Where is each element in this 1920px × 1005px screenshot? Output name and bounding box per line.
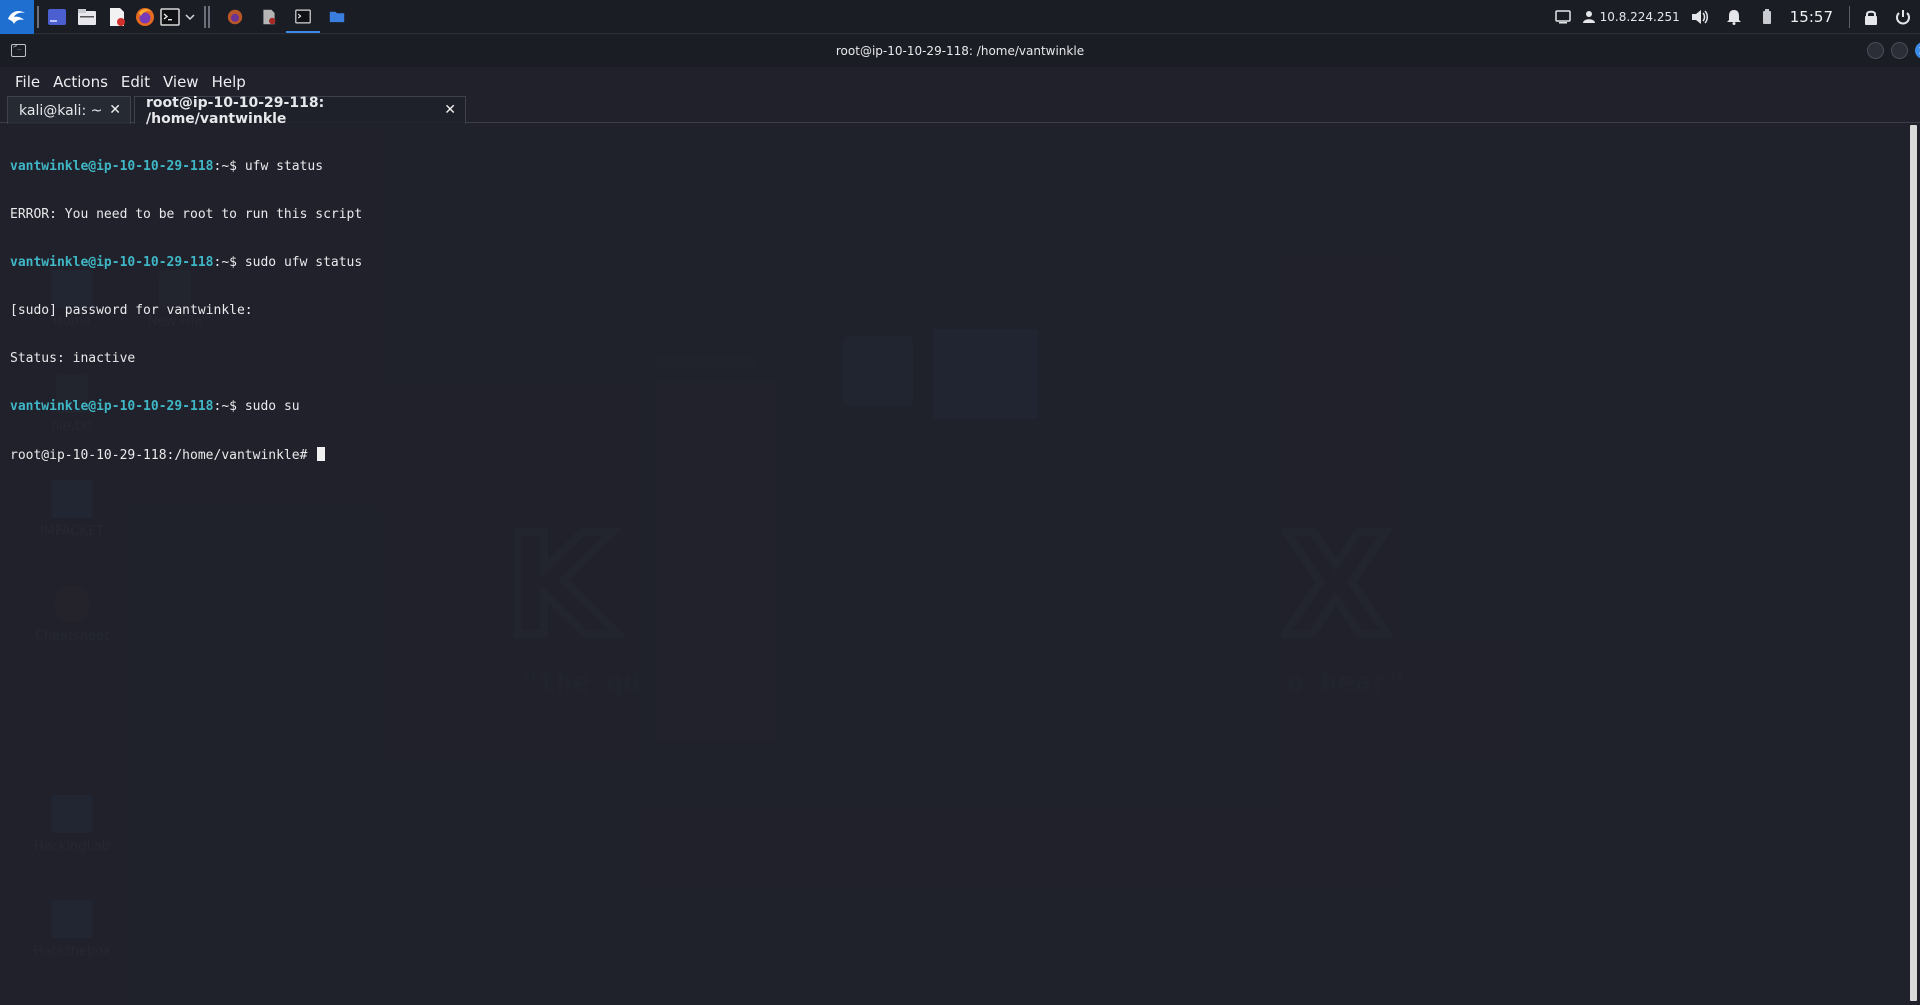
terminal-window-icon xyxy=(11,42,26,57)
file-manager-icon xyxy=(78,8,96,25)
output-text: Status: inactive xyxy=(10,351,136,366)
text-editor-icon xyxy=(110,7,125,26)
panel-separator xyxy=(37,5,39,28)
lock-icon xyxy=(1865,10,1877,25)
terminal-line: root@ip-10-10-29-118:/home/vantwinkle# xyxy=(10,447,362,463)
terminal-line: vantwinkle@ip-10-10-29-118:~$ sudo su xyxy=(10,399,362,415)
maximize-button[interactable] xyxy=(1891,42,1908,59)
kali-menu-button[interactable] xyxy=(0,0,34,34)
battery-button[interactable] xyxy=(1752,0,1782,34)
text-cursor xyxy=(317,447,326,461)
panel-separator xyxy=(208,5,210,28)
menu-actions[interactable]: Actions xyxy=(48,73,116,91)
volume-icon xyxy=(1691,10,1708,24)
folder-task-icon xyxy=(329,11,345,23)
command-text: sudo ufw status xyxy=(244,255,363,270)
terminal-line: ERROR: You need to be root to run this s… xyxy=(10,207,362,223)
terminal-line: vantwinkle@ip-10-10-29-118:~$ ufw status xyxy=(10,159,362,175)
panel-separator xyxy=(204,5,206,28)
window-title: root@ip-10-10-29-118: /home/vantwinkle xyxy=(835,44,1085,58)
task-firefox[interactable] xyxy=(218,0,252,34)
tab-label: kali@kali: ~ xyxy=(19,102,103,119)
menu-help[interactable]: Help xyxy=(207,73,254,91)
monitor-icon xyxy=(1554,10,1571,24)
top-panel: 10.8.224.251 15:57 xyxy=(0,0,1920,34)
terminal-icon xyxy=(160,7,180,26)
panel-separator xyxy=(1849,6,1850,28)
prompt-user: vantwinkle@ip-10-10-29-118 xyxy=(10,255,214,270)
workspace-button[interactable] xyxy=(1548,0,1578,34)
launcher-dropdown-button[interactable] xyxy=(182,0,198,34)
terminal-task-icon xyxy=(295,9,311,24)
tab-label: root@ip-10-10-29-118: /home/vantwinkle xyxy=(146,94,325,127)
window-titlebar[interactable]: root@ip-10-10-29-118: /home/vantwinkle xyxy=(0,35,1920,67)
close-button[interactable] xyxy=(1915,42,1920,59)
close-icon xyxy=(1919,47,1920,54)
terminal-line: Status: inactive xyxy=(10,351,362,367)
root-prompt: root@ip-10-10-29-118:/home/vantwinkle# xyxy=(10,448,316,463)
task-file-manager[interactable] xyxy=(320,0,354,34)
tab-root[interactable]: root@ip-10-10-29-118: /home/vantwinkle ✕ xyxy=(134,94,466,127)
tab-close-icon[interactable]: ✕ xyxy=(109,102,121,118)
terminal-line: [sudo] password for vantwinkle: xyxy=(10,303,362,319)
output-text: [sudo] password for vantwinkle: xyxy=(10,303,253,318)
prompt-path: :~$ xyxy=(213,255,245,270)
panel-tray: 10.8.224.251 15:57 xyxy=(1548,0,1920,34)
menu-view[interactable]: View xyxy=(158,73,207,91)
vpn-ip-label: 10.8.224.251 xyxy=(1599,10,1680,24)
show-desktop-icon xyxy=(48,8,66,25)
minimize-button[interactable] xyxy=(1867,42,1884,59)
tab-close-icon[interactable]: ✕ xyxy=(444,102,456,118)
logout-button[interactable] xyxy=(1886,0,1920,34)
file-manager-launcher[interactable] xyxy=(72,0,102,34)
power-icon xyxy=(1896,10,1910,25)
prompt-path: :~$ xyxy=(213,399,245,414)
battery-icon xyxy=(1762,9,1771,24)
terminal-tabbar: kali@kali: ~ ✕ root@ip-10-10-29-118: /ho… xyxy=(0,93,1920,127)
firefox-launcher[interactable] xyxy=(132,0,158,34)
vpn-indicator[interactable]: 10.8.224.251 xyxy=(1578,0,1684,34)
task-terminal[interactable] xyxy=(286,0,320,34)
prompt-path: :~$ xyxy=(213,159,245,174)
kali-menu-icon xyxy=(8,10,25,24)
prompt-user: vantwinkle@ip-10-10-29-118 xyxy=(10,399,214,414)
bell-icon xyxy=(1726,10,1741,25)
show-desktop-button[interactable] xyxy=(42,0,72,34)
command-text: sudo su xyxy=(244,399,300,414)
chevron-down-icon xyxy=(185,13,195,20)
terminal-launcher[interactable] xyxy=(158,0,182,34)
tab-kali[interactable]: kali@kali: ~ ✕ xyxy=(7,96,131,124)
lock-screen-button[interactable] xyxy=(1856,0,1886,34)
vpn-user-icon xyxy=(1582,11,1595,23)
prompt-user: vantwinkle@ip-10-10-29-118 xyxy=(10,159,214,174)
menu-edit[interactable]: Edit xyxy=(116,73,158,91)
volume-button[interactable] xyxy=(1684,0,1716,34)
clock[interactable]: 15:57 xyxy=(1790,8,1833,26)
text-editor-launcher[interactable] xyxy=(102,0,132,34)
task-text-editor[interactable] xyxy=(252,0,286,34)
terminal-window: root@ip-10-10-29-118: /home/vantwinkle F… xyxy=(0,35,1920,1005)
terminal-output[interactable]: vantwinkle@ip-10-10-29-118:~$ ufw status… xyxy=(10,127,362,495)
menu-file[interactable]: File xyxy=(10,73,48,91)
terminal-scrollbar[interactable] xyxy=(1910,125,1917,1001)
firefox-icon xyxy=(136,7,154,26)
output-text: ERROR: You need to be root to run this s… xyxy=(10,207,363,222)
notifications-button[interactable] xyxy=(1716,0,1752,34)
firefox-task-icon xyxy=(227,9,243,24)
command-text: ufw status xyxy=(244,159,324,174)
editor-task-icon xyxy=(263,9,276,24)
terminal-line: vantwinkle@ip-10-10-29-118:~$ sudo ufw s… xyxy=(10,255,362,271)
